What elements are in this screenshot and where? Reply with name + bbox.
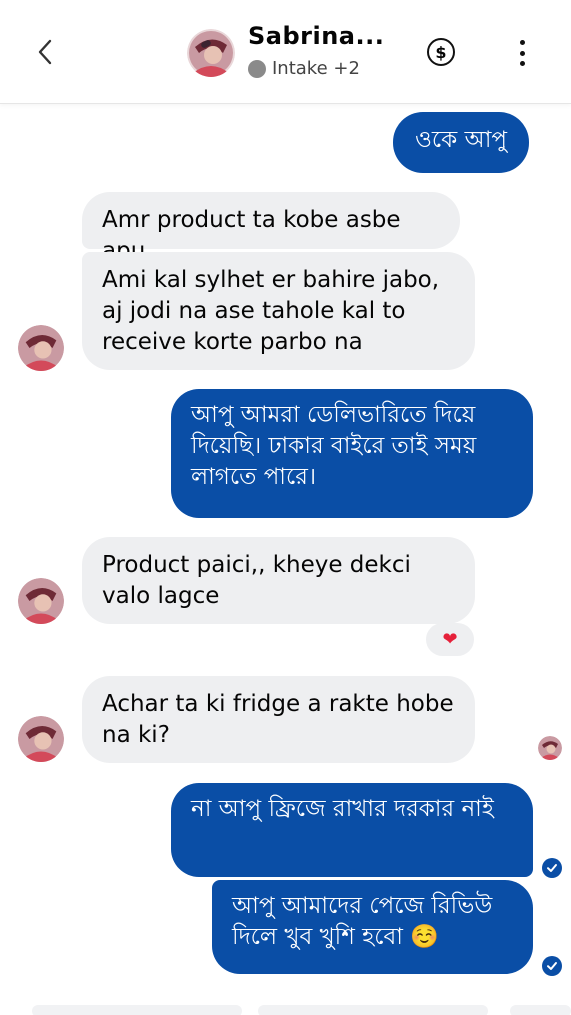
- seen-by-avatar: [538, 736, 562, 760]
- chat-header: Sabrina... Intake +2 $: [0, 0, 571, 104]
- status-dot: [248, 59, 266, 78]
- message-bubble-outgoing[interactable]: আপু আমাদের পেজে রিভিউ দিলে খুব খুশি হবো …: [212, 880, 533, 974]
- dollar-icon: $: [435, 42, 447, 62]
- quick-reply-chip[interactable]: [258, 1005, 488, 1015]
- message-reaction[interactable]: ❤: [426, 623, 474, 656]
- sender-avatar[interactable]: [18, 716, 64, 762]
- check-circle-icon: [542, 858, 562, 878]
- quick-reply-chip[interactable]: [32, 1005, 242, 1015]
- more-options-button[interactable]: [514, 40, 530, 66]
- chevron-left-icon: [38, 39, 52, 65]
- sender-avatar[interactable]: [18, 578, 64, 624]
- message-bubble-incoming[interactable]: Amr product ta kobe asbe apu: [82, 192, 460, 264]
- message-bubble-outgoing[interactable]: ওকে আপু: [393, 112, 530, 173]
- message-bubble-outgoing[interactable]: আপু আমরা ডেলিভারিতে দিয়ে দিয়েছি। ঢাকার…: [171, 389, 533, 518]
- contact-avatar[interactable]: [187, 29, 235, 77]
- heart-icon: ❤: [442, 629, 458, 650]
- more-vertical-icon: [519, 40, 525, 45]
- contact-name[interactable]: Sabrina...: [248, 22, 384, 50]
- message-bubble-incoming[interactable]: Achar ta ki fridge a rakte hobe na ki?: [82, 676, 475, 763]
- quick-reply-chip[interactable]: [510, 1005, 571, 1015]
- message-bubble-incoming[interactable]: Product paici,, kheye dekci valo lagce: [82, 537, 475, 624]
- payment-button[interactable]: $: [427, 38, 455, 66]
- check-circle-icon: [542, 956, 562, 976]
- sender-avatar[interactable]: [18, 325, 64, 371]
- message-bubble-incoming[interactable]: Ami kal sylhet er bahire jabo, aj jodi n…: [82, 252, 475, 370]
- contact-status[interactable]: Intake +2: [248, 58, 360, 79]
- back-button[interactable]: [30, 36, 60, 68]
- message-bubble-outgoing[interactable]: না আপু ফ্রিজে রাখার দরকার নাই: [171, 783, 533, 877]
- status-label: Intake +2: [272, 58, 360, 79]
